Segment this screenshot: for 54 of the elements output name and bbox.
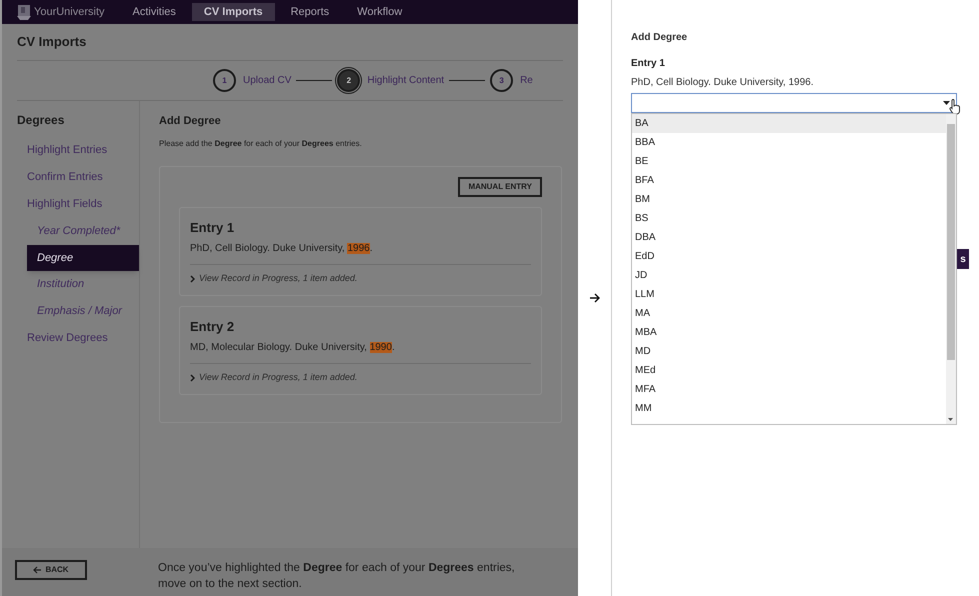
- dropdown-option[interactable]: MD: [632, 342, 946, 361]
- step-marker: 1: [213, 69, 236, 92]
- page-title: CV Imports: [17, 33, 86, 52]
- instructions-text: Please add the Degree for each of your Degrees entries.: [159, 138, 363, 150]
- action-button[interactable]: s: [957, 249, 969, 269]
- manual-entry-button[interactable]: MANUAL ENTRY: [458, 176, 542, 196]
- entry-title: Entry 1: [190, 218, 236, 237]
- footer-message: Once you’ve highlighted the Degree for each of your Degrees entries, move on to the next section.: [158, 561, 516, 592]
- caret-icon: [943, 101, 950, 105]
- panel-title: Add Degree: [631, 31, 688, 45]
- dropdown-option[interactable]: BS: [632, 209, 946, 228]
- entry-text: PhD, Cell Biology. Duke University, 1996.: [190, 241, 531, 265]
- dropdown-option[interactable]: MBA: [632, 323, 946, 342]
- record-link[interactable]: View Record in Progress, 1 item added.: [199, 371, 358, 384]
- nav-tab[interactable]: Reports: [278, 3, 342, 21]
- entry-title: Entry 1: [631, 57, 666, 71]
- dropdown-option[interactable]: DBA: [632, 228, 946, 247]
- dropdown-option[interactable]: MA: [632, 304, 946, 323]
- step-marker: 2: [337, 69, 360, 92]
- step-marker: 3: [490, 69, 514, 92]
- nav-tab[interactable]: CV Imports: [192, 3, 275, 21]
- entry-text: PhD, Cell Biology. Duke University, 1996.: [631, 76, 814, 90]
- nav-tab[interactable]: Activities: [120, 3, 188, 21]
- dropdown-option[interactable]: JD: [632, 266, 946, 285]
- dropdown-option[interactable]: MFA: [632, 380, 946, 399]
- record-link[interactable]: View Record in Progress, 1 item added.: [199, 272, 358, 286]
- section-title: Add Degree: [159, 114, 222, 129]
- dropdown-option[interactable]: MM: [632, 399, 946, 418]
- scroll-down-arrow-icon[interactable]: [948, 418, 953, 421]
- logo-text: YourUniversity: [34, 4, 105, 20]
- dropdown-option[interactable]: BBA: [632, 133, 946, 152]
- left-arrow-icon: [33, 566, 42, 574]
- dropdown-option[interactable]: BFA: [632, 171, 946, 190]
- right-arrow-icon: [589, 293, 600, 303]
- sidebar-heading: Degrees: [17, 112, 66, 129]
- dropdown-option[interactable]: BM: [632, 190, 946, 209]
- step-label: Re: [520, 74, 533, 88]
- logo-icon: [16, 4, 32, 20]
- step-label: Highlight Content: [367, 74, 444, 88]
- chevron-right-icon: [190, 374, 195, 382]
- dropdown-option[interactable]: BE: [632, 152, 946, 171]
- dropdown-option[interactable]: LLM: [632, 285, 946, 304]
- dropdown-option[interactable]: EdD: [632, 247, 946, 266]
- nav-tab[interactable]: Workflow: [345, 3, 414, 21]
- dropdown-option[interactable]: MEd: [632, 361, 946, 380]
- step-label: Upload CV: [243, 74, 292, 88]
- scroll-thumb[interactable]: [947, 124, 955, 360]
- dropdown-option[interactable]: BA: [632, 114, 946, 133]
- sidebar-item[interactable]: Degree: [27, 245, 139, 271]
- back-button[interactable]: BACK: [15, 560, 87, 580]
- degree-select[interactable]: [631, 93, 957, 113]
- entry-title: Entry 2: [190, 318, 236, 336]
- entry-text: MD, Molecular Biology. Duke University, 1990.: [190, 340, 531, 364]
- chevron-right-icon: [190, 274, 195, 283]
